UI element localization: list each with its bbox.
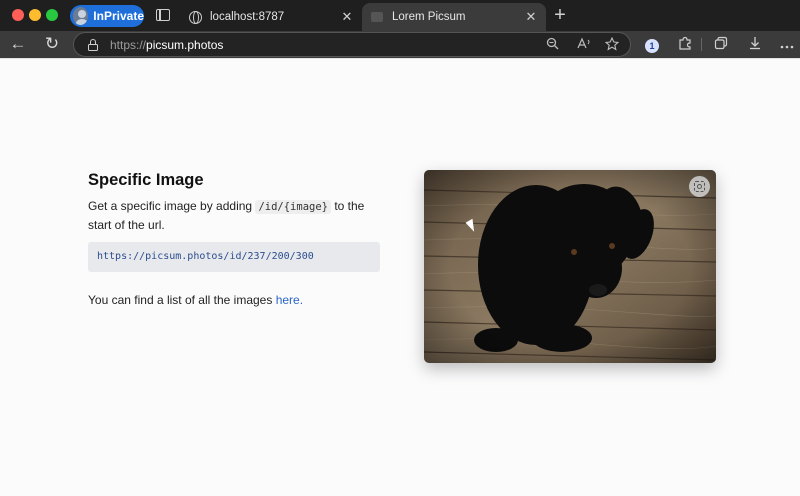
read-aloud-icon[interactable]: [576, 37, 592, 55]
reload-button[interactable]: ↻: [42, 34, 62, 54]
puppy-photo: [424, 170, 716, 363]
collections-icon[interactable]: [712, 36, 730, 54]
new-tab-button[interactable]: +: [552, 5, 568, 25]
close-window-button[interactable]: [12, 9, 24, 21]
tab-lorem-picsum[interactable]: Lorem Picsum ✕: [362, 3, 546, 31]
address-bar[interactable]: https://picsum.photos: [73, 32, 631, 57]
desc-code: /id/{image}: [255, 200, 331, 214]
globe-icon: [188, 10, 202, 24]
avatar: [73, 7, 89, 25]
zoom-icon[interactable]: [544, 37, 560, 53]
toolbar: ← ↻ https://picsum.photos 1: [0, 31, 800, 58]
page-content: Specific Image Get a specific image by a…: [0, 58, 800, 496]
image-list-link[interactable]: here.: [276, 293, 303, 307]
tab-actions-icon[interactable]: [156, 9, 170, 21]
inprivate-label: InPrivate: [93, 9, 144, 23]
download-icon[interactable]: [746, 36, 764, 54]
example-url: https://picsum.photos/id/237/200/300: [97, 251, 314, 262]
minimize-window-button[interactable]: [29, 9, 41, 21]
toolbar-divider: [701, 38, 702, 51]
close-tab-icon[interactable]: ✕: [340, 9, 354, 25]
url-text[interactable]: https://picsum.photos: [110, 38, 223, 52]
section-heading: Specific Image: [88, 171, 204, 189]
list-text: You can find a list of all the images: [88, 293, 273, 307]
tab-title: localhost:8787: [210, 11, 285, 23]
more-icon[interactable]: [778, 36, 796, 54]
visual-search-icon[interactable]: [689, 176, 710, 197]
image-list-text: You can find a list of all the images he…: [88, 293, 388, 307]
puzzle-icon[interactable]: [676, 36, 694, 54]
example-image[interactable]: [424, 170, 716, 363]
example-url-codebox: https://picsum.photos/id/237/200/300: [88, 242, 380, 272]
url-host: picsum.photos: [146, 38, 224, 52]
title-bar: InPrivate localhost:8787 ✕ Lorem Picsum …: [0, 0, 800, 31]
maximize-window-button[interactable]: [46, 9, 58, 21]
tab-title: Lorem Picsum: [392, 11, 466, 23]
tab-localhost[interactable]: localhost:8787 ✕: [180, 3, 362, 31]
url-scheme: https://: [110, 38, 147, 52]
inprivate-profile-button[interactable]: InPrivate: [70, 5, 144, 27]
section-description: Get a specific image by adding /id/{imag…: [88, 197, 388, 234]
picsum-favicon-icon: [370, 10, 384, 24]
specific-image-section: Specific Image Get a specific image by a…: [88, 171, 388, 307]
lock-icon[interactable]: [88, 39, 98, 51]
desc-text-before: Get a specific image by adding: [88, 199, 253, 213]
password-manager-icon[interactable]: 1: [643, 36, 661, 54]
back-button[interactable]: ←: [8, 34, 28, 54]
star-icon[interactable]: [604, 36, 620, 54]
close-tab-icon[interactable]: ✕: [524, 9, 538, 25]
